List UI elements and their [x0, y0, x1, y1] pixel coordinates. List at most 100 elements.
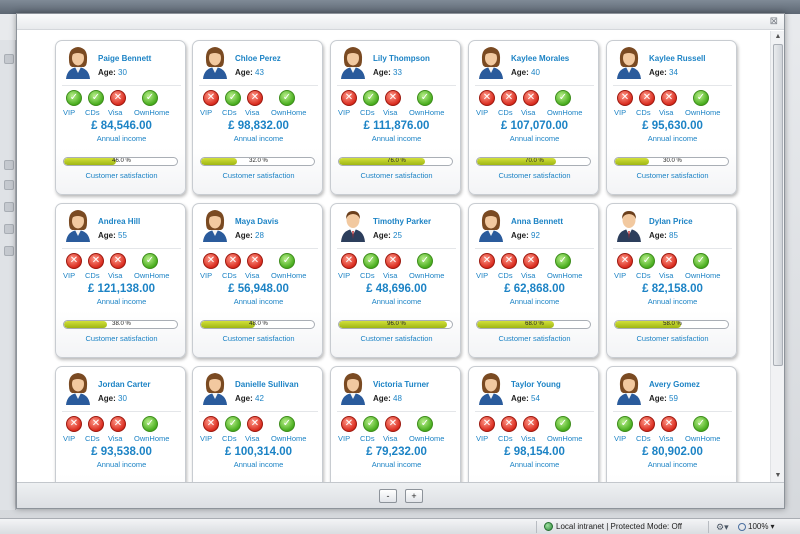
- customer-name: Danielle Sullivan: [235, 380, 299, 389]
- status-separator: [708, 521, 709, 533]
- flag-label: OwnHome: [134, 271, 170, 280]
- cross-icon: ✕: [479, 90, 495, 106]
- flag-label: OwnHome: [685, 434, 721, 443]
- satisfaction-label: Customer satisfaction: [85, 171, 158, 180]
- close-icon[interactable]: ⊠: [770, 16, 778, 27]
- cross-icon: ✕: [110, 90, 126, 106]
- customer-name: Avery Gomez: [649, 380, 700, 389]
- security-zone[interactable]: Local intranet | Protected Mode: Off: [544, 522, 682, 531]
- check-icon: ✓: [693, 416, 709, 432]
- settings-icon[interactable]: ⚙▾: [716, 522, 729, 533]
- annual-income-value: £ 62,868.00: [504, 283, 565, 295]
- customer-age: Age: 59: [649, 394, 678, 403]
- card-divider: [337, 411, 456, 412]
- annual-income-value: £ 48,696.00: [366, 283, 427, 295]
- zoom-out-button[interactable]: -: [379, 489, 397, 503]
- flag-label: Visa: [245, 434, 260, 443]
- customer-card[interactable]: Maya Davis Age: 28 ✕ VIP ✕ CDs ✕ Visa ✓ OwnHome £ …: [192, 203, 323, 358]
- cross-icon: ✕: [341, 90, 357, 106]
- satisfaction-label: Customer satisfaction: [498, 171, 571, 180]
- satisfaction-percent: 58.0 %: [663, 321, 682, 327]
- annual-income-label: Annual income: [371, 297, 422, 306]
- check-icon: ✓: [363, 416, 379, 432]
- check-icon: ✓: [417, 253, 433, 269]
- female-avatar-icon: [65, 45, 91, 79]
- scrollbar-thumb[interactable]: [773, 44, 783, 366]
- background-panel-button: [4, 54, 14, 64]
- annual-income-value: £ 93,538.00: [91, 446, 152, 458]
- customer-card[interactable]: Danielle Sullivan Age: 42 ✕ VIP ✓ CDs ✕ Visa ✓ Ow…: [192, 366, 323, 482]
- customer-card[interactable]: Victoria Turner Age: 48 ✕ VIP ✓ CDs ✕ Visa ✓ OwnH…: [330, 366, 461, 482]
- flag-label: VIP: [338, 271, 351, 280]
- male-avatar-icon: [616, 208, 642, 242]
- customer-card[interactable]: Dylan Price Age: 85 ✕ VIP ✓ CDs ✕ Visa ✓ OwnHome £…: [606, 203, 737, 358]
- satisfaction-percent: 32.0 %: [249, 158, 268, 164]
- customer-card[interactable]: Paige Bennett Age: 30 ✓ VIP ✓ CDs ✕ Visa ✓ OwnHom…: [55, 40, 186, 195]
- check-icon: ✓: [279, 416, 295, 432]
- check-icon: ✓: [279, 253, 295, 269]
- customer-card[interactable]: Andrea Hill Age: 55 ✕ VIP ✕ CDs ✕ Visa ✓ OwnHome £…: [55, 203, 186, 358]
- cross-icon: ✕: [385, 416, 401, 432]
- age-value: 43: [255, 68, 264, 77]
- scroll-up-icon[interactable]: ▲: [773, 32, 783, 42]
- status-separator: [536, 521, 537, 533]
- annual-income-value: £ 84,546.00: [91, 120, 152, 132]
- customer-age: Age: 55: [98, 231, 127, 240]
- check-icon: ✓: [617, 416, 633, 432]
- zoom-control[interactable]: 100% ▾: [738, 522, 774, 531]
- flag-label: Visa: [108, 271, 123, 280]
- customer-card[interactable]: Avery Gomez Age: 59 ✓ VIP ✕ CDs ✕ Visa ✓ OwnHome £…: [606, 366, 737, 482]
- security-zone-text: Local intranet | Protected Mode: Off: [556, 522, 682, 531]
- customer-age: Age: 28: [235, 231, 264, 240]
- vertical-scrollbar[interactable]: ▲ ▼: [770, 31, 784, 482]
- age-label: Age:: [98, 68, 116, 77]
- female-avatar-icon: [616, 45, 642, 79]
- background-panel-button: [4, 246, 14, 256]
- cross-icon: ✕: [639, 90, 655, 106]
- cross-icon: ✕: [66, 416, 82, 432]
- satisfaction-progress-bar: 58.0 %: [614, 320, 729, 329]
- background-panel-button: [4, 202, 14, 212]
- customer-name: Victoria Turner: [373, 380, 430, 389]
- check-icon: ✓: [363, 90, 379, 106]
- annual-income-label: Annual income: [509, 460, 560, 469]
- check-icon: ✓: [142, 416, 158, 432]
- customer-card[interactable]: Taylor Young Age: 54 ✕ VIP ✕ CDs ✕ Visa ✓ OwnHome…: [468, 366, 599, 482]
- satisfaction-percent: 30.0 %: [663, 158, 682, 164]
- card-divider: [337, 248, 456, 249]
- background-left-panel: [0, 40, 16, 510]
- female-avatar-icon: [202, 45, 228, 79]
- card-divider: [475, 85, 594, 86]
- cross-icon: ✕: [661, 90, 677, 106]
- customer-card[interactable]: Chloe Perez Age: 43 ✕ VIP ✓ CDs ✕ Visa ✓ OwnHome £…: [192, 40, 323, 195]
- check-icon: ✓: [693, 90, 709, 106]
- customer-card[interactable]: Lily Thompson Age: 33 ✕ VIP ✓ CDs ✕ Visa ✓ OwnHom…: [330, 40, 461, 195]
- flag-label: VIP: [614, 271, 627, 280]
- cross-icon: ✕: [479, 253, 495, 269]
- customer-card[interactable]: Timothy Parker Age: 25 ✕ VIP ✓ CDs ✕ Visa ✓ OwnHo…: [330, 203, 461, 358]
- customer-card[interactable]: Jordan Carter Age: 30 ✕ VIP ✕ CDs ✕ Visa ✓ OwnHom…: [55, 366, 186, 482]
- annual-income-value: £ 98,154.00: [504, 446, 565, 458]
- card-divider: [62, 248, 181, 249]
- customer-name: Jordan Carter: [98, 380, 151, 389]
- annual-income-value: £ 82,158.00: [642, 283, 703, 295]
- age-label: Age:: [649, 68, 667, 77]
- age-value: 30: [118, 68, 127, 77]
- zoom-in-button[interactable]: +: [405, 489, 423, 503]
- customer-card[interactable]: Kaylee Morales Age: 40 ✕ VIP ✕ CDs ✕ Visa ✓ OwnHo…: [468, 40, 599, 195]
- customer-card-grid: Paige Bennett Age: 30 ✓ VIP ✓ CDs ✕ Visa ✓ OwnHom…: [17, 31, 769, 482]
- scroll-down-icon[interactable]: ▼: [773, 471, 783, 481]
- age-label: Age:: [511, 68, 529, 77]
- age-label: Age:: [511, 394, 529, 403]
- age-label: Age:: [373, 231, 391, 240]
- customer-card[interactable]: Kaylee Russell Age: 34 ✕ VIP ✕ CDs ✕ Visa ✓ OwnHo…: [606, 40, 737, 195]
- age-label: Age:: [235, 231, 253, 240]
- cross-icon: ✕: [523, 416, 539, 432]
- annual-income-value: £ 107,070.00: [500, 120, 569, 132]
- satisfaction-label: Customer satisfaction: [360, 334, 433, 343]
- customer-card[interactable]: Anna Bennett Age: 92 ✕ VIP ✕ CDs ✕ Visa ✓ OwnHome…: [468, 203, 599, 358]
- annual-income-value: £ 98,832.00: [228, 120, 289, 132]
- annual-income-label: Annual income: [371, 460, 422, 469]
- satisfaction-progress-bar: 68.0 %: [476, 320, 591, 329]
- age-value: 59: [669, 394, 678, 403]
